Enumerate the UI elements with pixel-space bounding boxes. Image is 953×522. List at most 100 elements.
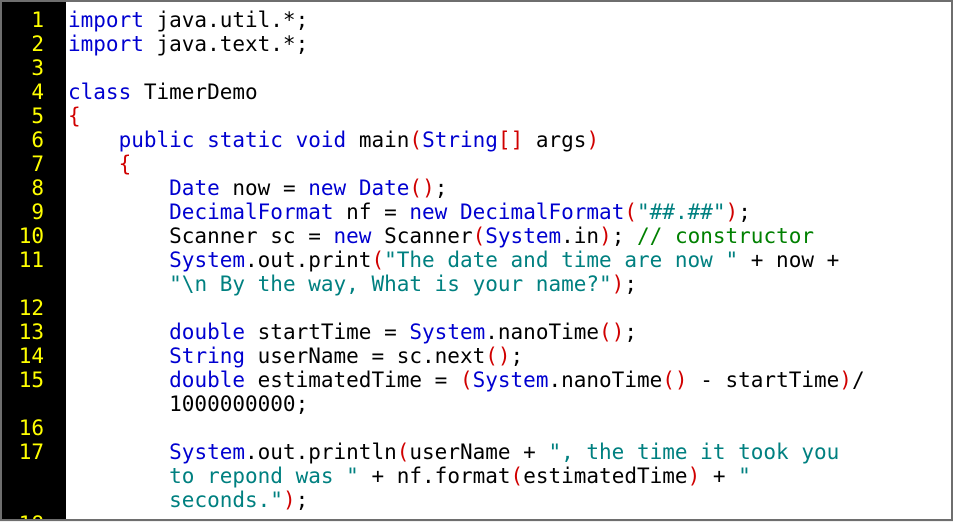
line-number: 18 [2, 512, 44, 519]
code-text: import java.text.*; [68, 32, 308, 56]
code-token: DecimalFormat [459, 200, 625, 224]
code-token: to repond was " [169, 464, 359, 488]
code-line[interactable]: 7 { [2, 152, 951, 176]
code-token: "The date and time are now " [384, 248, 739, 272]
code-line[interactable]: 13 double startTime = System.nanoTime(); [2, 320, 951, 344]
code-line[interactable]: 3 [2, 56, 951, 80]
code-token: userName + [409, 440, 549, 464]
code-token: estimatedTime = [245, 368, 460, 392]
code-token: () [599, 320, 625, 344]
code-text: import java.util.*; [68, 8, 308, 32]
code-line[interactable]: 18 [2, 512, 951, 519]
code-text: String userName = sc.next(); [68, 344, 523, 368]
line-number: 13 [18, 320, 44, 344]
code-line[interactable]: 14 String userName = sc.next(); [2, 344, 951, 368]
code-text: { [68, 152, 132, 176]
line-number: 17 [18, 440, 44, 464]
code-token: ) [725, 200, 739, 224]
code-line[interactable]: 17 System.out.println(userName + ", the … [2, 440, 951, 464]
code-token: double [169, 320, 246, 344]
code-token: new [333, 224, 372, 248]
code-token: estimatedTime [523, 464, 688, 488]
code-text: seconds."); [68, 488, 308, 512]
line-number: 9 [31, 200, 44, 224]
code-line[interactable]: 8 Date now = new Date(); [2, 176, 951, 200]
code-line[interactable]: 15 double estimatedTime = (System.nanoTi… [2, 368, 951, 392]
code-line[interactable]: 1000000000; [2, 392, 951, 416]
code-text: class TimerDemo [68, 80, 258, 104]
code-token: ) [282, 488, 296, 512]
code-text: 1000000000; [68, 392, 308, 416]
code-token: ) [599, 224, 612, 248]
code-token: System [169, 440, 246, 464]
line-number: 6 [31, 128, 44, 152]
code-text: { [68, 104, 81, 128]
code-token: ; [624, 320, 637, 344]
code-token: Scanner sc = [68, 224, 334, 248]
line-number: 2 [31, 32, 44, 56]
code-text: DecimalFormat nf = new DecimalFormat("##… [68, 200, 751, 224]
code-token: startTime = [245, 320, 410, 344]
code-token: System [409, 320, 486, 344]
code-token: / [851, 368, 865, 392]
line-number: 11 [18, 248, 44, 272]
line-number: 4 [31, 80, 44, 104]
code-line[interactable]: 10 Scanner sc = new Scanner(System.in); … [2, 224, 951, 248]
code-token: .out.print [245, 248, 372, 272]
code-line[interactable]: 12 [2, 296, 951, 320]
code-token: now = [219, 176, 309, 200]
code-token: () [409, 176, 435, 200]
line-number: 16 [18, 416, 44, 440]
code-token: new [308, 176, 347, 200]
line-number: 7 [31, 152, 44, 176]
code-token: main [346, 128, 410, 152]
code-line[interactable]: 4 class TimerDemo [2, 80, 951, 104]
code-text: "\n By the way, What is your name?"); [68, 272, 637, 296]
code-token: import [68, 32, 144, 56]
code-token: 1000000000; [68, 392, 309, 416]
code-token: double [169, 368, 246, 392]
line-number: 15 [18, 368, 44, 392]
code-token: "##.##" [637, 200, 726, 224]
code-token: static [207, 128, 283, 152]
code-token: ; [738, 200, 751, 224]
code-text: public static void main(String[] args) [68, 128, 600, 152]
code-token: java.text.*; [143, 32, 309, 56]
code-token: void [295, 128, 347, 152]
code-text: to repond was " + nf.format(estimatedTim… [68, 464, 751, 488]
code-line[interactable]: 5{ [2, 104, 951, 128]
line-number: 3 [31, 56, 44, 80]
code-token: ; [510, 344, 524, 368]
code-token: () [485, 344, 511, 368]
code-line[interactable]: 9 DecimalFormat nf = new DecimalFormat("… [2, 200, 951, 224]
code-line[interactable]: 1 import java.util.*; [2, 8, 951, 32]
code-token: ) [839, 368, 852, 392]
code-line[interactable]: to repond was " + nf.format(estimatedTim… [2, 464, 951, 488]
code-token: "\n By the way, What is your name?" [169, 272, 612, 296]
code-token: System [472, 368, 549, 392]
code-line[interactable]: seconds."); [2, 488, 951, 512]
code-token: - startTime [687, 368, 840, 392]
code-line[interactable]: 11 System.out.print("The date and time a… [2, 248, 951, 272]
code-token: + now + [738, 248, 840, 272]
code-token: TimerDemo [131, 80, 258, 104]
code-token: { [118, 152, 132, 176]
code-text: double estimatedTime = (System.nanoTime(… [68, 368, 865, 392]
code-token: Date [358, 176, 410, 200]
code-token: String [169, 344, 246, 368]
code-line[interactable]: 6 public static void main(String[] args) [2, 128, 951, 152]
code-line[interactable]: 2 import java.text.*; [2, 32, 951, 56]
code-line[interactable]: "\n By the way, What is your name?"); [2, 272, 951, 296]
code-line[interactable]: 16 [2, 416, 951, 440]
code-token: ( [624, 200, 638, 224]
code-token: ( [459, 368, 473, 392]
code-token: args [523, 128, 587, 152]
